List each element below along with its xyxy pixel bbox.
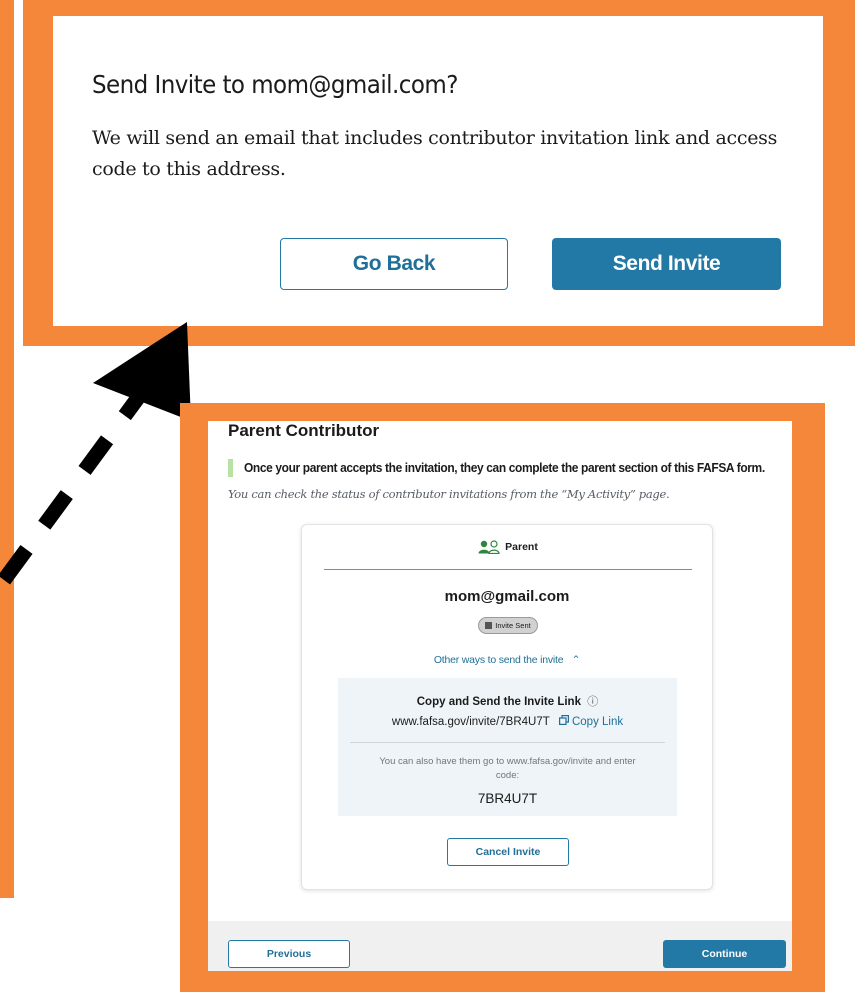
copy-link-label: Copy Link bbox=[571, 716, 624, 728]
send-invite-dialog: Send Invite to mom@gmail.com? We will se… bbox=[53, 16, 823, 326]
contributor-card: Parent mom@gmail.com Invite Sent Other w… bbox=[301, 524, 713, 890]
people-icon bbox=[478, 540, 500, 554]
invite-link-box: Copy and Send the Invite Link ⓘ www.fafs… bbox=[338, 678, 677, 816]
dialog-body: We will send an email that includes cont… bbox=[92, 127, 778, 180]
status-badge: Invite Sent bbox=[478, 617, 538, 634]
previous-button[interactable]: Previous bbox=[228, 940, 350, 968]
dialog-title: Send Invite to mom@gmail.com? bbox=[92, 70, 458, 99]
link-box-title-row: Copy and Send the Invite Link ⓘ bbox=[338, 693, 677, 709]
go-back-button[interactable]: Go Back bbox=[280, 238, 508, 290]
access-code: 7BR4U7T bbox=[477, 791, 538, 806]
continue-button[interactable]: Continue bbox=[663, 940, 786, 968]
alternate-instructions: You can also have them go to www.fafsa.g… bbox=[379, 756, 636, 781]
card-header: Parent bbox=[324, 525, 692, 570]
chevron-up-icon: ⌃ bbox=[566, 654, 581, 666]
status-badge-label: Invite Sent bbox=[495, 621, 531, 630]
other-ways-toggle[interactable]: Other ways to send the invite ⌃ bbox=[302, 654, 712, 666]
check-box-icon bbox=[485, 622, 493, 629]
page-title: Parent Contributor bbox=[228, 421, 380, 440]
highlight-frame-left bbox=[0, 0, 14, 898]
invite-url: www.fafsa.gov/invite/7BR4U7T bbox=[391, 716, 550, 728]
copy-icon bbox=[558, 715, 569, 726]
info-icon[interactable]: ⓘ bbox=[584, 696, 598, 708]
send-invite-button[interactable]: Send Invite bbox=[552, 238, 781, 290]
link-box-divider bbox=[350, 742, 665, 743]
copy-link-button[interactable]: Copy Link bbox=[558, 715, 624, 728]
notice-text: Once your parent accepts the invitation,… bbox=[244, 460, 765, 475]
fafsa-screen: Parent Contributor Once your parent acce… bbox=[208, 421, 792, 971]
invite-url-row: www.fafsa.gov/invite/7BR4U7T Copy Link bbox=[338, 715, 677, 728]
notice-banner: Once your parent accepts the invitation,… bbox=[228, 459, 792, 477]
page-footer: Previous Continue bbox=[208, 921, 792, 971]
cancel-invite-button[interactable]: Cancel Invite bbox=[447, 838, 569, 866]
link-box-title: Copy and Send the Invite Link bbox=[416, 696, 581, 708]
card-role-label: Parent bbox=[505, 541, 538, 553]
helper-text: You can check the status of contributor … bbox=[228, 487, 670, 501]
other-ways-label: Other ways to send the invite bbox=[433, 654, 564, 666]
contributor-email: mom@gmail.com bbox=[444, 588, 570, 605]
